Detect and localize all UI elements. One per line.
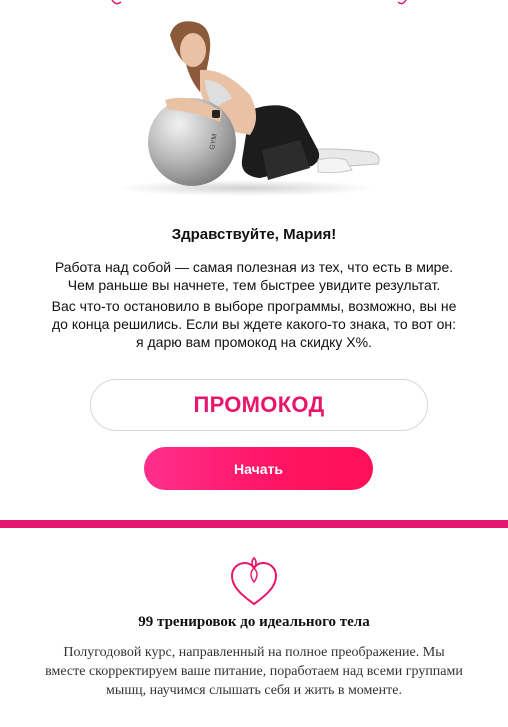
start-button[interactable]: Начать xyxy=(144,447,373,490)
heart-icon xyxy=(230,556,278,606)
promo-code-box[interactable]: ПРОМОКОД xyxy=(90,379,428,431)
promo-offer-paragraph: Вас что-то остановило в выборе программы… xyxy=(51,298,457,350)
feature-description: Полугодовой курс, направленный на полное… xyxy=(45,645,463,698)
feature-title: 99 тренировок до идеального тела xyxy=(138,614,370,630)
greeting-title: Здравствуйте, Мария! xyxy=(171,226,337,243)
promo-code-text: ПРОМОКОД xyxy=(193,392,325,417)
hero-fitness-image: GYM xyxy=(115,21,380,196)
section-divider xyxy=(0,520,508,528)
intro-paragraph: Работа над собой — самая полезная из тех… xyxy=(54,259,454,293)
start-button-label: Начать xyxy=(234,460,283,477)
